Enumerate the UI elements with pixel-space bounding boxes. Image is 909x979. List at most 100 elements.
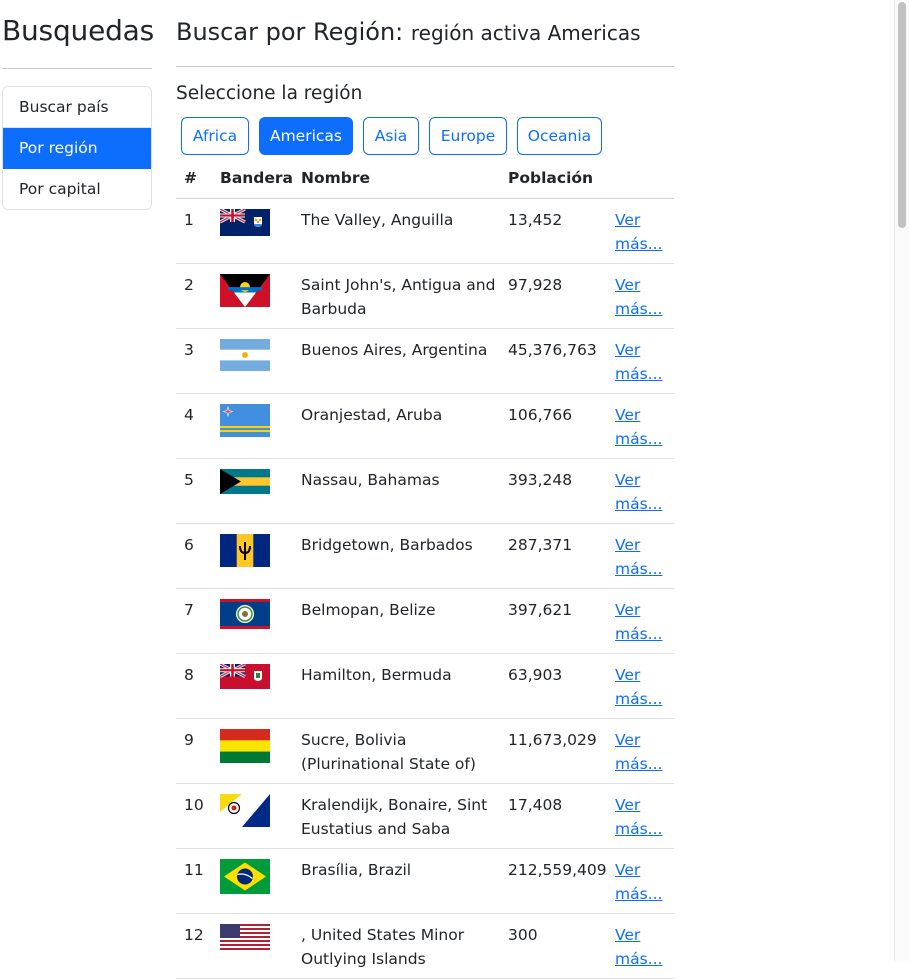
table-row: 1 The Valley, Anguilla 13,452 Ver más... (176, 199, 674, 264)
ver-mas-label-1: Ver (615, 926, 641, 944)
row-population: 393,248 (508, 471, 573, 489)
region-section-label: Seleccione la región (176, 83, 363, 104)
belize-flag-icon (220, 599, 270, 629)
row-name: Hamilton, Bermuda (301, 666, 452, 684)
ver-mas-link[interactable]: Ver más... (615, 793, 665, 841)
row-name: Sucre, Bolivia (Plurinational State of) (301, 731, 476, 773)
ver-mas-link[interactable]: Ver más... (615, 338, 665, 386)
row-population: 17,408 (508, 796, 563, 814)
table-row: 5 Nassau, Bahamas 393,248 Ver más... (176, 459, 674, 524)
row-name: Bridgetown, Barbados (301, 536, 473, 554)
ver-mas-label-2: más... (615, 690, 663, 708)
table-row: 9 Sucre, Bolivia (Plurinational State of… (176, 719, 674, 784)
row-name: Buenos Aires, Argentina (301, 341, 488, 359)
sidebar-title: Busquedas (2, 14, 155, 47)
antigua-barbuda-flag-icon (220, 274, 270, 307)
ver-mas-link[interactable]: Ver más... (615, 468, 665, 516)
row-name: Kralendijk, Bonaire, Sint Eustatius and … (301, 796, 488, 838)
row-population: 397,621 (508, 601, 573, 619)
ver-mas-label-1: Ver (615, 211, 641, 229)
page-scrollbar[interactable] (894, 0, 909, 961)
main-divider (176, 66, 674, 67)
ver-mas-label-1: Ver (615, 796, 641, 814)
row-population: 11,673,029 (508, 731, 597, 749)
ver-mas-link[interactable]: Ver más... (615, 403, 665, 451)
bermuda-flag-icon (220, 664, 270, 689)
ver-mas-label-2: más... (615, 560, 663, 578)
header-num: # (184, 169, 197, 187)
bahamas-flag-icon (220, 469, 270, 494)
row-name: Oranjestad, Aruba (301, 406, 443, 424)
header-population: Población (508, 169, 594, 187)
sidebar-nav: Buscar país Por región Por capital (2, 86, 152, 210)
row-number: 11 (184, 861, 204, 879)
page-title-prefix: Buscar por Región: (176, 18, 411, 46)
region-button-americas[interactable]: Americas (259, 117, 353, 155)
ver-mas-link[interactable]: Ver más... (615, 533, 665, 581)
table-row: 12 , United States Minor Outlying Island… (176, 914, 674, 979)
table-row: 11 Brasília, Brazil 212,559,409 Ver más..… (176, 849, 674, 914)
ver-mas-label-2: más... (615, 950, 663, 968)
row-number: 5 (184, 471, 194, 489)
table-row: 8 Hamilton, Bermuda 63,903 Ver más... (176, 654, 674, 719)
region-button-europe[interactable]: Europe (429, 117, 507, 155)
ver-mas-label-2: más... (615, 820, 663, 838)
row-name: , United States Minor Outlying Islands (301, 926, 465, 968)
row-number: 6 (184, 536, 194, 554)
ver-mas-label-1: Ver (615, 536, 641, 554)
aruba-flag-icon (220, 404, 270, 437)
row-number: 12 (184, 926, 204, 944)
ver-mas-label-1: Ver (615, 471, 641, 489)
argentina-flag-icon (220, 339, 270, 371)
row-number: 1 (184, 211, 194, 229)
row-population: 287,371 (508, 536, 573, 554)
ver-mas-link[interactable]: Ver más... (615, 208, 665, 256)
row-number: 3 (184, 341, 194, 359)
table-row: 6 Bridgetown, Barbados 287,371 Ver más... (176, 524, 674, 589)
table-row: 3 Buenos Aires, Argentina 45,376,763 Ver… (176, 329, 674, 394)
sidebar-item-por-region[interactable]: Por región (3, 128, 151, 169)
ver-mas-link[interactable]: Ver más... (615, 598, 665, 646)
sidebar-divider (2, 68, 152, 69)
ver-mas-label-2: más... (615, 885, 663, 903)
row-number: 4 (184, 406, 194, 424)
row-population: 106,766 (508, 406, 573, 424)
row-name: Belmopan, Belize (301, 601, 436, 619)
region-button-africa[interactable]: Africa (181, 117, 249, 155)
sidebar-item-por-capital[interactable]: Por capital (3, 169, 151, 209)
barbados-flag-icon (220, 534, 270, 567)
ver-mas-label-1: Ver (615, 731, 641, 749)
header-name: Nombre (301, 169, 371, 187)
row-number: 10 (184, 796, 204, 814)
table-header: # Bandera Nombre Población (176, 160, 674, 199)
ver-mas-label-2: más... (615, 300, 663, 318)
row-number: 2 (184, 276, 194, 294)
ver-mas-label-1: Ver (615, 601, 641, 619)
region-button-oceania[interactable]: Oceania (517, 117, 602, 155)
ver-mas-label-1: Ver (615, 406, 641, 424)
ver-mas-label-1: Ver (615, 341, 641, 359)
row-population: 63,903 (508, 666, 563, 684)
row-name: The Valley, Anguilla (301, 211, 454, 229)
ver-mas-label-2: más... (615, 235, 663, 253)
table-row: 4 Oranjestad, Aruba 106,766 Ver más... (176, 394, 674, 459)
ver-mas-link[interactable]: Ver más... (615, 663, 665, 711)
countries-table: # Bandera Nombre Población 1 The Valley,… (176, 160, 674, 979)
scrollbar-thumb[interactable] (898, 2, 906, 228)
ver-mas-link[interactable]: Ver más... (615, 923, 665, 971)
sidebar-item-buscar-pais[interactable]: Buscar país (3, 87, 151, 128)
ver-mas-label-2: más... (615, 430, 663, 448)
active-region-label: región activa Americas (410, 21, 641, 45)
row-population: 212,559,409 (508, 861, 607, 879)
ver-mas-link[interactable]: Ver más... (615, 273, 665, 321)
row-name: Nassau, Bahamas (301, 471, 440, 489)
bonaire-flag-icon (220, 794, 270, 827)
ver-mas-label-1: Ver (615, 276, 641, 294)
region-button-asia[interactable]: Asia (363, 117, 419, 155)
brazil-flag-icon (220, 859, 270, 894)
usa-flag-icon (220, 924, 270, 950)
ver-mas-link[interactable]: Ver más... (615, 858, 665, 906)
page-title: Buscar por Región: región activa America… (176, 18, 641, 46)
ver-mas-label-2: más... (615, 625, 663, 643)
ver-mas-link[interactable]: Ver más... (615, 728, 665, 776)
